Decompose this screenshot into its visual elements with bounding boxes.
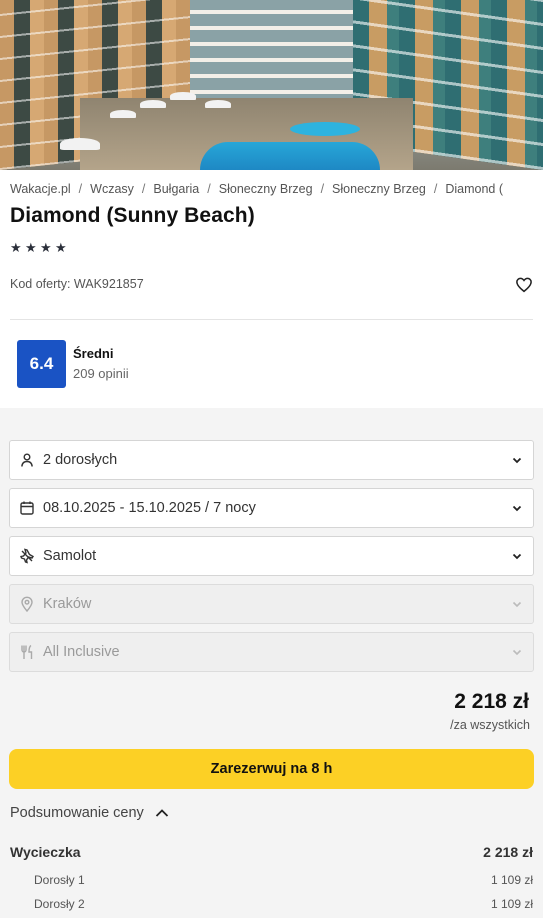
price-note: /za wszystkich <box>450 718 530 732</box>
breadcrumb-item[interactable]: Słoneczny Brzeg <box>332 182 426 196</box>
travelers-select[interactable]: 2 dorosłych <box>9 440 534 480</box>
umbrella <box>110 110 136 118</box>
dates-select[interactable]: 08.10.2025 - 15.10.2025 / 7 nocy <box>9 488 534 528</box>
breadcrumb-item[interactable]: Bułgaria <box>153 182 199 196</box>
review-count[interactable]: 209 opinii <box>73 366 129 381</box>
breadcrumb-item-current: Diamond ( <box>445 182 504 196</box>
breadcrumb-separator: / <box>320 182 325 196</box>
star-rating: ★ ★ ★ ★ <box>10 240 67 255</box>
breadcrumb-separator: / <box>78 182 83 196</box>
summary-row-label: Dorosły 1 <box>34 873 85 887</box>
breadcrumb-item[interactable]: Wczasy <box>90 182 134 196</box>
chevron-down-icon <box>512 649 522 656</box>
price-summary-label: Podsumowanie ceny <box>10 805 144 821</box>
breadcrumb-separator: / <box>433 182 438 196</box>
summary-row: Dorosły 1 1 109 zł <box>10 873 533 887</box>
umbrella <box>170 92 196 100</box>
swimming-pool-small <box>290 122 360 136</box>
breadcrumb-separator: / <box>141 182 146 196</box>
chevron-up-icon <box>155 809 168 817</box>
rating-label: Średni <box>73 346 114 361</box>
hotel-building-center <box>190 0 360 110</box>
umbrella <box>60 138 100 150</box>
price-summary-toggle[interactable]: Podsumowanie ceny <box>10 805 170 821</box>
summary-trip-row: Wycieczka 2 218 zł <box>10 844 533 860</box>
summary-row-label: Dorosły 2 <box>34 897 85 911</box>
board-select[interactable]: All Inclusive <box>9 632 534 672</box>
star-icon: ★ <box>55 240 67 255</box>
summary-trip-label: Wycieczka <box>10 844 81 860</box>
umbrella <box>140 100 166 108</box>
hotel-title: Diamond (Sunny Beach) <box>10 204 255 227</box>
transport-select[interactable]: Samolot <box>9 536 534 576</box>
divider <box>10 319 533 320</box>
breadcrumb: Wakacje.pl / Wczasy / Bułgaria / Słoneczny Brz… <box>10 182 543 198</box>
departure-value: Kraków <box>43 596 92 612</box>
departure-select[interactable]: Kraków <box>9 584 534 624</box>
offer-code: Kod oferty: WAK921857 <box>10 277 144 291</box>
book-button[interactable]: Zarezerwuj na 8 h <box>9 749 534 789</box>
hotel-photo[interactable] <box>0 0 543 170</box>
total-price: 2 218 zł <box>454 690 529 713</box>
person-icon <box>21 453 33 467</box>
dates-value: 08.10.2025 - 15.10.2025 / 7 nocy <box>43 500 256 516</box>
star-icon: ★ <box>25 240 37 255</box>
chevron-down-icon <box>512 457 522 464</box>
summary-trip-total: 2 218 zł <box>483 844 533 860</box>
chevron-down-icon <box>512 601 522 608</box>
chevron-down-icon <box>512 505 522 512</box>
rating-score-badge: 6.4 <box>17 340 66 388</box>
swimming-pool <box>200 142 380 170</box>
location-pin-icon <box>21 596 33 612</box>
star-icon: ★ <box>40 240 52 255</box>
star-icon: ★ <box>10 240 22 255</box>
summary-row: Dorosły 2 1 109 zł <box>10 897 533 911</box>
breadcrumb-item[interactable]: Wakacje.pl <box>10 182 71 196</box>
board-value: All Inclusive <box>43 644 120 660</box>
cutlery-icon <box>21 644 33 659</box>
transport-value: Samolot <box>43 548 97 564</box>
summary-row-price: 1 109 zł <box>490 873 533 887</box>
breadcrumb-separator: / <box>207 182 211 196</box>
breadcrumb-item[interactable]: Słoneczny Brzeg <box>219 182 313 196</box>
summary-row-price: 1 109 zł <box>490 897 533 911</box>
travelers-value: 2 dorosłych <box>43 452 118 468</box>
heart-icon[interactable] <box>515 276 533 294</box>
chevron-down-icon <box>512 553 522 560</box>
umbrella <box>205 100 231 108</box>
plane-icon <box>20 548 34 564</box>
calendar-icon <box>20 501 34 515</box>
